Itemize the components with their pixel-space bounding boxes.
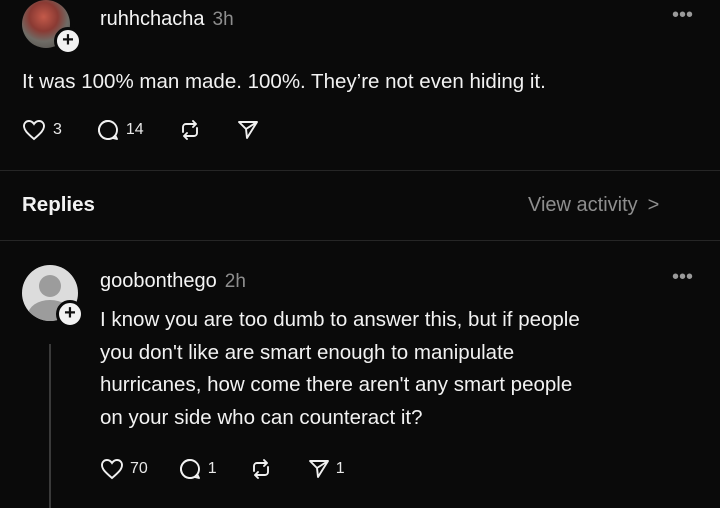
reply-more-icon[interactable]: ••• [672,266,693,289]
send-icon [307,457,331,481]
post-repost-button[interactable] [178,118,202,142]
post-like-button[interactable]: 3 [22,119,62,141]
thread-line [49,344,51,508]
reply-actions: 70 1 1 [100,457,345,481]
reply-share-count: 1 [335,460,345,477]
reply-username[interactable]: goobonthego [100,270,217,293]
post-actions: 3 14 [22,118,260,142]
send-icon [236,118,260,142]
reply-reply-count: 1 [207,460,217,477]
follow-plus-icon[interactable]: + [56,300,84,328]
reply-line: on your side who can counteract it? [100,405,423,429]
reply-reply-button[interactable]: 1 [178,457,217,481]
follow-plus-icon[interactable]: + [54,27,82,55]
post-username[interactable]: ruhhchacha [100,8,205,31]
reply-like-button[interactable]: 70 [100,458,148,480]
post-time: 3h [212,9,234,30]
reply-text: I know you are too dumb to answer this, … [100,304,580,434]
view-activity-label: View activity [528,194,638,216]
post-header: ruhhchacha 3h [100,8,234,31]
reply-line: I know you are too dumb to answer this, … [100,308,580,331]
heart-icon [22,119,46,141]
post-share-button[interactable] [236,118,260,142]
post-like-count: 3 [53,121,62,138]
reply-like-count: 70 [130,460,148,477]
post-more-icon[interactable]: ••• [672,4,693,27]
heart-icon [100,458,124,480]
replies-label: Replies [22,193,95,216]
reply-line: you don't like are smart enough to manip… [100,340,515,364]
divider-bottom [0,240,720,241]
comment-icon [96,118,120,142]
post-text: It was 100% man made. 100%. They’re not … [22,70,546,93]
reply-line: hurricanes, how come there aren't any sm… [100,373,573,396]
post-reply-count: 14 [125,121,144,138]
divider-top [0,170,720,171]
post-reply-button[interactable]: 14 [96,118,144,142]
reply-share-button[interactable]: 1 [307,457,345,481]
view-activity-link[interactable]: View activity > [528,194,659,217]
reply-header: goobonthego 2h [100,270,246,293]
reply-repost-button[interactable] [249,457,273,481]
repost-icon [249,457,273,481]
comment-icon [178,457,202,481]
repost-icon [178,118,202,142]
reply-time: 2h [224,271,246,292]
chevron-right-icon: > [647,194,660,216]
